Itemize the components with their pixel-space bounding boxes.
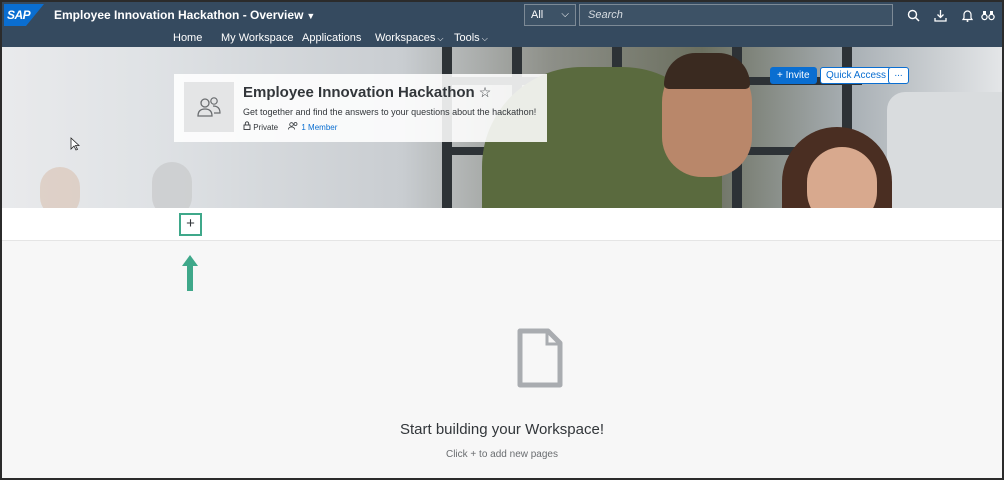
app-title-menu[interactable]: Employee Innovation Hackathon - Overview… [54, 6, 315, 25]
nav-item-workspaces-label: Workspaces [375, 32, 436, 44]
download-icon[interactable] [931, 6, 949, 24]
nav-item-workspaces[interactable]: Workspaces ⌵ [375, 31, 443, 46]
banner-photo-person-face [807, 147, 877, 208]
more-options-button[interactable]: ... [888, 67, 909, 84]
lock-icon [243, 121, 251, 130]
mouse-cursor-icon [70, 137, 80, 151]
banner-photo-figure [152, 162, 192, 208]
sap-logo[interactable]: SAP [4, 4, 44, 26]
members-link-wrapper[interactable]: 1 Member [288, 121, 337, 134]
workspace-title-text: Employee Innovation Hackathon [243, 84, 475, 101]
banner-photo-figure [40, 167, 80, 208]
nav-item-tools-label: Tools [454, 32, 480, 44]
banner-photo-person-hair [664, 53, 750, 89]
search-icon[interactable] [904, 6, 922, 24]
chevron-down-icon: ⌵ [481, 34, 488, 43]
top-nav: Home My Workspace Applications Workspace… [2, 29, 1002, 47]
privacy-label: Private [253, 123, 279, 132]
members-icon [288, 121, 298, 130]
empty-state-title: Start building your Workspace! [400, 421, 604, 438]
members-link[interactable]: 1 Member [301, 123, 337, 132]
privacy-indicator: Private [243, 121, 278, 134]
favorite-star-icon[interactable]: ☆ [479, 84, 492, 100]
bell-icon[interactable] [958, 6, 976, 24]
arrow-up-icon [182, 255, 198, 291]
workspace-avatar [184, 82, 234, 132]
invite-button-label: Invite [785, 70, 810, 81]
add-page-button[interactable]: + [179, 213, 202, 236]
banner-photo-monitor [887, 92, 1002, 208]
search-scope-value: All [531, 9, 544, 21]
group-icon [197, 97, 221, 117]
blank-document-icon [517, 328, 563, 388]
workspace-title: Employee Innovation Hackathon ☆ [243, 83, 491, 102]
app-title-text: Employee Innovation Hackathon - Overview [54, 8, 304, 22]
nav-item-tools[interactable]: Tools ⌵ [454, 31, 488, 46]
search-input[interactable]: Search [579, 4, 893, 26]
invite-button[interactable]: + Invite [770, 67, 817, 84]
nav-item-home[interactable]: Home [173, 31, 202, 45]
nav-item-applications[interactable]: Applications [302, 31, 361, 45]
app-frame: SAP Employee Innovation Hackathon - Over… [0, 0, 1004, 480]
chevron-down-icon: ⌵ [561, 9, 569, 20]
nav-item-my-workspace[interactable]: My Workspace [221, 31, 294, 45]
empty-state-subtitle: Click + to add new pages [445, 449, 558, 460]
binoculars-icon[interactable] [979, 6, 997, 24]
search-scope-select[interactable]: All ⌵ [524, 4, 576, 26]
page-tab-bar [2, 208, 1002, 241]
workspace-meta: Private 1 Member [243, 121, 337, 134]
chevron-down-icon: ⌵ [437, 34, 444, 43]
workspace-description: Get together and find the answers to you… [243, 107, 537, 117]
quick-access-button[interactable]: Quick Access [820, 67, 893, 84]
shell-header: SAP Employee Innovation Hackathon - Over… [2, 2, 1002, 47]
caret-down-icon: ▼ [306, 11, 316, 21]
